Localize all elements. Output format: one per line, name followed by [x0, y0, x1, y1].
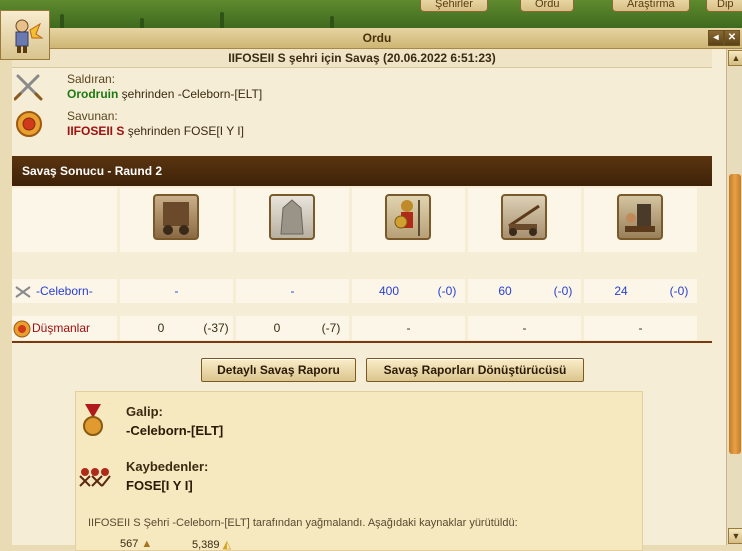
unit-count: -	[406, 321, 411, 335]
losers-label: Kaybedenler:	[126, 459, 209, 474]
unit-count: 60	[498, 284, 512, 298]
scroll-down-icon[interactable]: ▼	[728, 528, 742, 544]
scrollbar[interactable]: ▲ ▼	[726, 49, 742, 545]
report-converter-button[interactable]: Savaş Raporları Dönüştürücüsü	[366, 358, 584, 382]
unit-count: -	[522, 321, 527, 335]
window-title: Ordu	[12, 28, 742, 49]
nav-tab-cities[interactable]: Şehirler	[420, 0, 488, 12]
army-window: Ordu ◂ ✕ IIFOSEII S şehri için Savaş (20…	[12, 28, 742, 551]
attacker-value: Orodruin şehrinden -Celeborn-[ELT]	[67, 87, 262, 101]
back-icon[interactable]: ◂	[708, 30, 724, 46]
attacker-city-link[interactable]: Orodruin	[67, 87, 118, 101]
table-row-enemy: Düşmanlar 0 (-37) 0 (-7) - - -	[12, 316, 712, 340]
unit-count: 24	[614, 284, 628, 298]
winner-label: Galip:	[126, 404, 163, 419]
unit-cell	[120, 188, 233, 252]
resource-amount: 5,389	[192, 539, 220, 551]
attacker-info: Saldıran: Orodruin şehrinden -Celeborn-[…	[12, 68, 712, 106]
resource-wood: 567 ▲	[120, 538, 152, 550]
unit-header-row	[12, 188, 712, 252]
enemy-name: Düşmanlar	[32, 321, 91, 335]
grass-decoration	[330, 16, 334, 28]
defender-label: Savunan:	[67, 109, 118, 123]
grass-decoration	[140, 18, 144, 28]
war-machine-unit-icon[interactable]	[153, 194, 199, 240]
unit-loss: (-0)	[553, 284, 573, 298]
battle-report-title: IIFOSEII S şehri için Savaş (20.06.2022 …	[12, 49, 712, 68]
unit-count: -	[290, 284, 295, 298]
unit-loss: (-37)	[203, 321, 229, 335]
unit-count: -	[174, 284, 179, 298]
attacker-label: Saldıran:	[67, 72, 116, 86]
advisor-avatar[interactable]	[0, 10, 50, 60]
shield-icon	[16, 111, 42, 137]
battle-report-content: Saldıran: Orodruin şehrinden -Celeborn-[…	[12, 68, 724, 551]
resource-amount: 567	[120, 538, 139, 550]
unit-loss: (-7)	[321, 321, 341, 335]
unit-count: -	[638, 321, 643, 335]
defender-info: Savunan: IIFOSEII S şehrinden FOSE[I Y I…	[12, 105, 712, 143]
crossed-swords-icon	[15, 286, 31, 298]
unit-cell	[352, 188, 465, 252]
wood-icon: ▲	[141, 538, 153, 550]
attacker-name[interactable]: -Celeborn-	[36, 284, 93, 298]
scroll-thumb[interactable]	[729, 174, 741, 454]
unit-count: 0	[157, 321, 165, 335]
nav-tab-diplomacy[interactable]: Dip	[706, 0, 742, 12]
unit-cell	[468, 188, 581, 252]
battle-result-heading: Savaş Sonucu - Raund 2	[12, 156, 712, 186]
winner-name: -Celeborn-[ELT]	[126, 423, 224, 438]
scroll-up-icon[interactable]: ▲	[728, 50, 742, 66]
table-row-attacker: -Celeborn- - - 400 (-0) 60 (-0) 24 (-0)	[12, 279, 712, 303]
divider	[12, 341, 712, 343]
top-navigation-strip: Şehirler Ordu Araştırma Dip	[0, 0, 742, 28]
close-icon[interactable]: ✕	[724, 30, 740, 46]
wall-unit-icon[interactable]	[269, 194, 315, 240]
medal-icon	[83, 404, 103, 436]
advisor-figure-icon	[15, 19, 44, 53]
enemy-row-name: Düşmanlar	[12, 316, 90, 340]
defender-city-link[interactable]: IIFOSEII S	[67, 124, 124, 138]
crossed-swords-icon	[14, 74, 43, 101]
fallen-soldiers-icon	[79, 468, 111, 487]
detailed-report-button[interactable]: Detaylı Savaş Raporu	[201, 358, 356, 382]
unit-cell	[236, 188, 349, 252]
mortar-unit-icon[interactable]	[617, 194, 663, 240]
nav-tab-research[interactable]: Araştırma	[612, 0, 690, 12]
hoplite-unit-icon[interactable]	[385, 194, 431, 240]
attacker-owner: şehrinden -Celeborn-[ELT]	[118, 87, 263, 101]
shield-icon	[13, 320, 31, 338]
catapult-unit-icon[interactable]	[501, 194, 547, 240]
attacker-row-name: -Celeborn-	[14, 279, 93, 303]
nav-tab-army[interactable]: Ordu	[520, 0, 575, 12]
unit-loss: (-0)	[437, 284, 457, 298]
unit-count: 0	[273, 321, 281, 335]
battle-summary: Galip: -Celeborn-[ELT] Kaybedenler: FOSE…	[75, 391, 643, 551]
unit-cell	[584, 188, 697, 252]
unit-count: 400	[378, 284, 400, 298]
losers-name: FOSE[I Y I]	[126, 478, 193, 493]
sulfur-icon: ◭	[222, 539, 232, 551]
grass-decoration	[220, 12, 224, 28]
grass-decoration	[60, 14, 64, 28]
defender-owner: şehrinden FOSE[I Y I]	[124, 124, 244, 138]
plunder-text: IIFOSEII S Şehri -Celeborn-[ELT] tarafın…	[88, 517, 518, 529]
defender-value: IIFOSEII S şehrinden FOSE[I Y I]	[67, 124, 244, 138]
unit-loss: (-0)	[669, 284, 689, 298]
unit-header-empty	[12, 188, 117, 252]
